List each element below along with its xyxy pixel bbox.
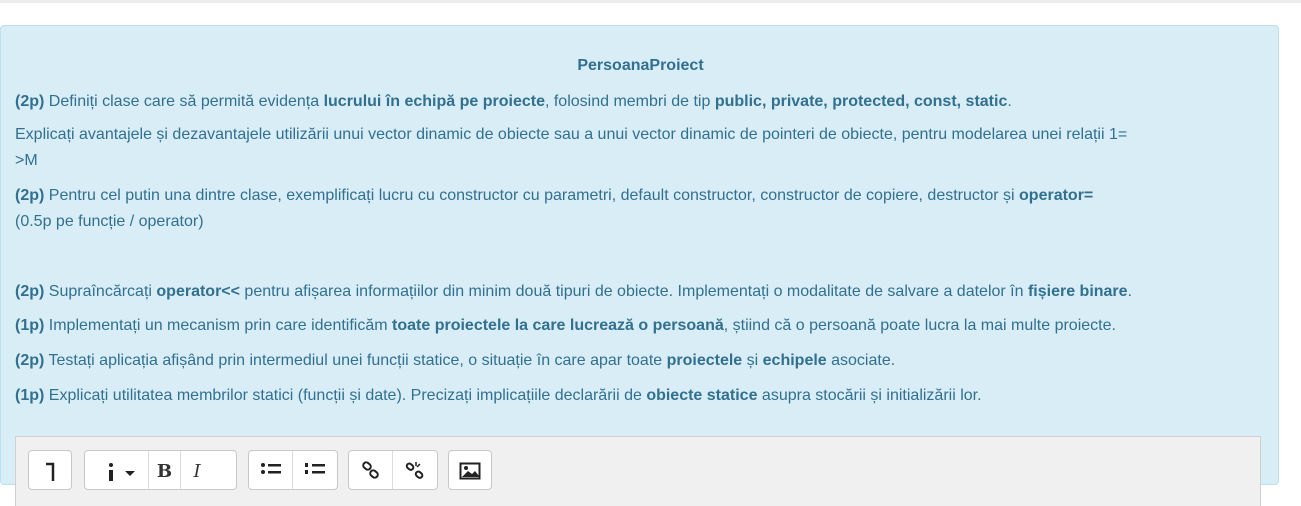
requirement-1: (2p) Definiți clase care să permită evid…	[15, 93, 1012, 110]
info-dropdown-icon[interactable]	[85, 451, 149, 489]
format-group: B I	[84, 450, 237, 490]
list-group	[248, 450, 338, 490]
requirement-5: (1p) Implementați un mecanism prin care …	[15, 317, 1116, 334]
question-title: PersoanaProiect	[577, 57, 704, 74]
numbered-list-icon[interactable]	[293, 451, 337, 489]
requirement-3: (2p) Pentru cel putin una dintre clase, …	[15, 187, 1094, 230]
points-label: (2p)	[15, 283, 45, 300]
points-label: (2p)	[15, 187, 45, 204]
answer-editor: B I	[15, 436, 1261, 506]
bullet-list-icon[interactable]	[249, 451, 294, 489]
points-label: (1p)	[15, 387, 45, 404]
points-label: (2p)	[15, 93, 45, 110]
question-panel: PersoanaProiect (2p) Definiți clase care…	[0, 25, 1279, 506]
image-group	[448, 450, 492, 490]
requirement-2: Explicați avantajele și dezavantajele ut…	[15, 126, 1128, 169]
unlink-icon[interactable]	[393, 451, 437, 489]
image-icon[interactable]	[449, 451, 491, 489]
top-divider	[0, 0, 1301, 3]
requirement-4: (2p) Supraîncărcați operator<< pentru af…	[15, 283, 1133, 300]
italic-button[interactable]: I	[181, 451, 213, 489]
points-label: (2p)	[15, 352, 45, 369]
requirement-6: (2p) Testați aplicația afișând prin inte…	[15, 352, 896, 369]
points-label: (1p)	[15, 317, 45, 334]
bold-button[interactable]: B	[149, 451, 181, 489]
paragraph-format-icon[interactable]	[29, 451, 71, 489]
link-icon[interactable]	[349, 451, 394, 489]
paragraph-group	[28, 450, 72, 490]
link-group	[348, 450, 438, 490]
requirement-7: (1p) Explicați utilitatea membrilor stat…	[15, 387, 982, 404]
